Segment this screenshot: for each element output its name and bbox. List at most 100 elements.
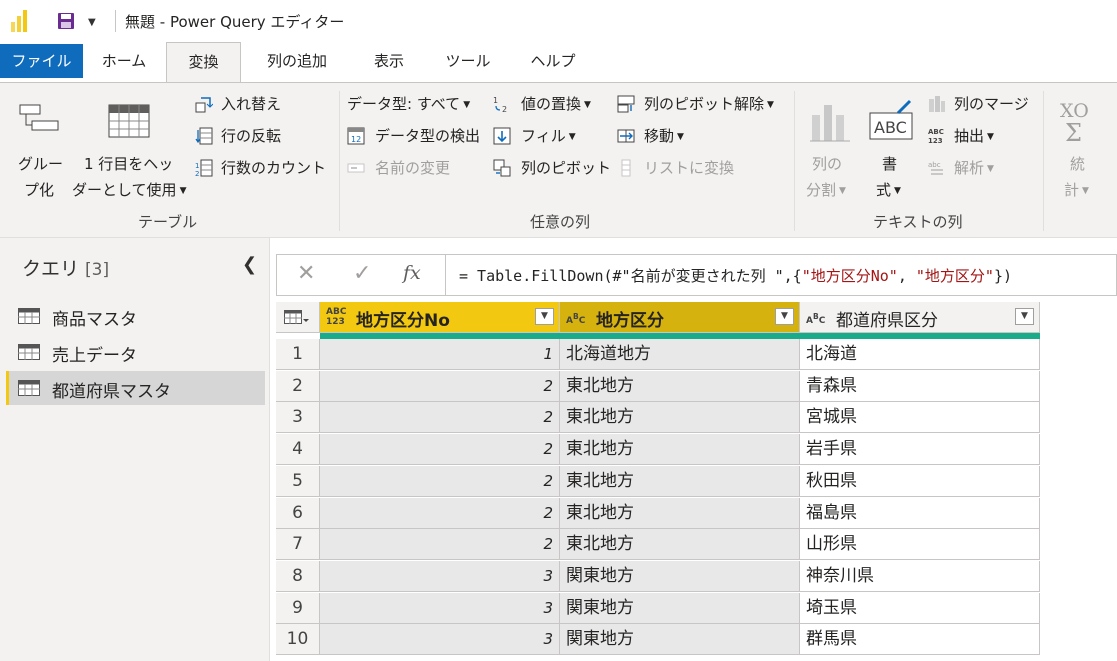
statistics-dropdown[interactable]: XO Σ 統 計 ▼ (1052, 91, 1112, 201)
cell-region-no[interactable]: 1 (320, 339, 560, 370)
move-dropdown[interactable]: 移動 ▼ (617, 125, 707, 149)
tab-file[interactable]: ファイル (0, 44, 83, 78)
cell-prefecture[interactable]: 埼玉県 (800, 592, 1040, 624)
table-row[interactable]: 7 2 東北地方 山形県 (276, 529, 1040, 561)
reverse-rows-button[interactable]: 行の反転 (195, 125, 335, 149)
cell-prefecture[interactable]: 北海道 (800, 339, 1040, 370)
chevron-down-icon: ▼ (179, 185, 187, 196)
cell-prefecture[interactable]: 山形県 (800, 529, 1040, 561)
query-item-sales[interactable]: 売上データ (6, 335, 262, 369)
detect-type-label: データ型の検出 (375, 127, 481, 145)
tab-help[interactable]: ヘルプ (516, 42, 590, 82)
detect-data-type-button[interactable]: 12 データ型の検出 (347, 125, 492, 149)
group-separator (1043, 91, 1044, 231)
table-row[interactable]: 10 3 関東地方 群馬県 (276, 624, 1040, 656)
svg-text:abc: abc (928, 161, 941, 169)
cell-region-no[interactable]: 3 (320, 560, 560, 592)
tab-view[interactable]: 表示 (356, 42, 422, 82)
unpivot-columns-dropdown[interactable]: 列のピボット解除 ▼ (617, 93, 787, 117)
cell-region[interactable]: 東北地方 (560, 497, 800, 529)
fill-down-icon (493, 127, 511, 145)
save-icon[interactable] (56, 11, 76, 31)
cell-region-no[interactable]: 3 (320, 592, 560, 624)
cell-region-no[interactable]: 2 (320, 370, 560, 402)
table-row[interactable]: 6 2 東北地方 福島県 (276, 497, 1040, 529)
merge-columns-button[interactable]: 列のマージ (928, 93, 1036, 117)
column-filter-dropdown-icon[interactable]: ▼ (535, 308, 554, 325)
cell-region-no[interactable]: 2 (320, 497, 560, 529)
tab-transform[interactable]: 変換 (166, 42, 241, 83)
table-row[interactable]: 8 3 関東地方 神奈川県 (276, 560, 1040, 592)
data-type-dropdown[interactable]: データ型: すべて ▼ (347, 93, 482, 117)
rename-button[interactable]: 名前の変更 (347, 157, 467, 181)
count-rows-label: 行数のカウント (221, 159, 327, 177)
cell-region-no[interactable]: 2 (320, 529, 560, 561)
cell-prefecture[interactable]: 福島県 (800, 497, 1040, 529)
cell-region[interactable]: 関東地方 (560, 560, 800, 592)
cell-region[interactable]: 東北地方 (560, 434, 800, 466)
chevron-down-icon: ▼ (839, 185, 846, 196)
cell-region-no[interactable]: 3 (320, 624, 560, 656)
cell-region-no[interactable]: 2 (320, 402, 560, 434)
extract-dropdown[interactable]: ABC 123 抽出 ▼ (928, 125, 1023, 149)
column-header-prefecture[interactable]: ABC 都道府県区分 ▼ (800, 302, 1040, 333)
tab-home[interactable]: ホーム (87, 42, 161, 82)
table-row[interactable]: 4 2 東北地方 岩手県 (276, 434, 1040, 466)
chevron-down-icon: ▼ (568, 131, 576, 142)
pivot-column-button[interactable]: 列のピボット (493, 157, 613, 181)
collapse-chevron-left-icon[interactable]: ❮ (242, 254, 257, 275)
table-row[interactable]: 5 2 東北地方 秋田県 (276, 465, 1040, 497)
column-header-region-no[interactable]: ABC 123 地方区分No ▼ (320, 302, 560, 333)
convert-to-list-button[interactable]: リストに変換 (617, 157, 747, 181)
column-filter-dropdown-icon[interactable]: ▼ (1015, 308, 1034, 325)
column-header-region[interactable]: ABC 地方区分 ▼ (560, 302, 800, 333)
fill-dropdown[interactable]: フィル ▼ (493, 125, 583, 149)
formula-input[interactable]: = Table.FillDown(#"名前が変更された列 ",{"地方区分No"… (459, 265, 1012, 286)
table-row[interactable]: 2 2 東北地方 青森県 (276, 370, 1040, 402)
format-label-2: 式 (876, 181, 892, 199)
cell-region[interactable]: 東北地方 (560, 465, 800, 497)
table-corner-menu[interactable] (276, 302, 320, 333)
fx-icon[interactable]: fx (403, 262, 421, 284)
table-row[interactable]: 3 2 東北地方 宮城県 (276, 402, 1040, 434)
ribbon: グルー プ化 1 行目をヘッ ダーとして使用 ▼ 入れ替え 行の反転 12 行数の… (0, 82, 1117, 238)
move-label-wrap: 移動 ▼ (644, 125, 684, 146)
formula-string-2: "地方区分" (915, 267, 994, 285)
table-row[interactable]: 9 3 関東地方 埼玉県 (276, 592, 1040, 624)
cell-prefecture[interactable]: 岩手県 (800, 434, 1040, 466)
count-rows-button[interactable]: 12 行数のカウント (195, 157, 335, 181)
use-first-row-headers-button[interactable]: 1 行目をヘッ ダーとして使用 ▼ (70, 91, 190, 201)
table-row[interactable]: 1 1 北海道地方 北海道 (276, 339, 1040, 370)
row-index: 5 (276, 465, 320, 497)
query-item-prefectures[interactable]: 都道府県マスタ (6, 371, 265, 405)
transpose-button[interactable]: 入れ替え (195, 93, 335, 117)
customize-toolbar-chevron-icon[interactable]: ▼ (88, 17, 96, 28)
cell-region[interactable]: 北海道地方 (560, 339, 800, 370)
group-by-button[interactable]: グルー プ化 (12, 91, 68, 201)
split-column-button[interactable]: 列の 分割 ▼ (802, 91, 858, 201)
cancel-formula-icon[interactable]: ✕ (297, 261, 315, 286)
cell-prefecture[interactable]: 神奈川県 (800, 560, 1040, 592)
cell-prefecture[interactable]: 秋田県 (800, 465, 1040, 497)
replace-values-dropdown[interactable]: 12 値の置換 ▼ (493, 93, 608, 117)
cell-region[interactable]: 東北地方 (560, 402, 800, 434)
cell-region-no[interactable]: 2 (320, 465, 560, 497)
queries-title-label: クエリ (22, 258, 80, 280)
chevron-down-icon: ▼ (767, 99, 774, 110)
tab-add-column[interactable]: 列の追加 (246, 42, 348, 82)
parse-dropdown[interactable]: abc 解析 ▼ (928, 157, 1023, 181)
column-filter-dropdown-icon[interactable]: ▼ (775, 308, 794, 325)
unpivot-label-wrap: 列のピボット解除 ▼ (644, 93, 774, 114)
cell-region[interactable]: 関東地方 (560, 624, 800, 656)
format-dropdown[interactable]: ABC 書 式 ▼ (862, 91, 922, 201)
cell-prefecture[interactable]: 群馬県 (800, 624, 1040, 656)
cell-prefecture[interactable]: 宮城県 (800, 402, 1040, 434)
commit-formula-check-icon[interactable]: ✓ (353, 261, 371, 286)
cell-region[interactable]: 東北地方 (560, 370, 800, 402)
cell-region[interactable]: 東北地方 (560, 529, 800, 561)
cell-region-no[interactable]: 2 (320, 434, 560, 466)
tab-tools[interactable]: ツール (430, 42, 506, 82)
query-item-products[interactable]: 商品マスタ (6, 299, 262, 333)
cell-prefecture[interactable]: 青森県 (800, 370, 1040, 402)
cell-region[interactable]: 関東地方 (560, 592, 800, 624)
